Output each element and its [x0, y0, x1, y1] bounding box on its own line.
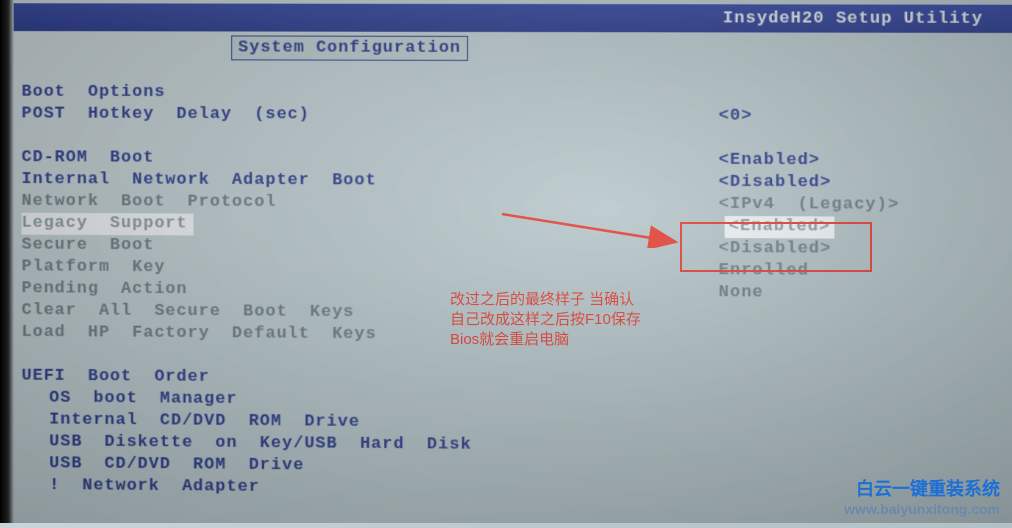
bios-content: Boot Options POST Hotkey Delay (sec) <0>… — [14, 60, 1012, 506]
tab-system-configuration[interactable]: System Configuration — [231, 35, 468, 60]
utility-name: InsydeH20 Setup Utility — [723, 9, 983, 29]
watermark-title: 白云一键重装系统 — [844, 475, 1000, 501]
watermark-url: www.baiyunxitong.com — [844, 501, 1000, 517]
annotation-text: 改过之后的最终样子 当确认 自己改成这样之后按F10保存 Bios就会重启电脑 — [450, 290, 641, 350]
tab-bar: System Configuration — [231, 35, 1012, 62]
watermark: 白云一键重装系统 www.baiyunxitong.com — [844, 475, 1000, 517]
item-post-hotkey-delay[interactable]: POST Hotkey Delay (sec) <0> — [22, 104, 1012, 129]
title-bar: InsydeH20 Setup Utility — [14, 3, 1012, 33]
heading-boot-options: Boot Options — [22, 82, 1012, 107]
annotation-highlight-box — [680, 222, 872, 272]
